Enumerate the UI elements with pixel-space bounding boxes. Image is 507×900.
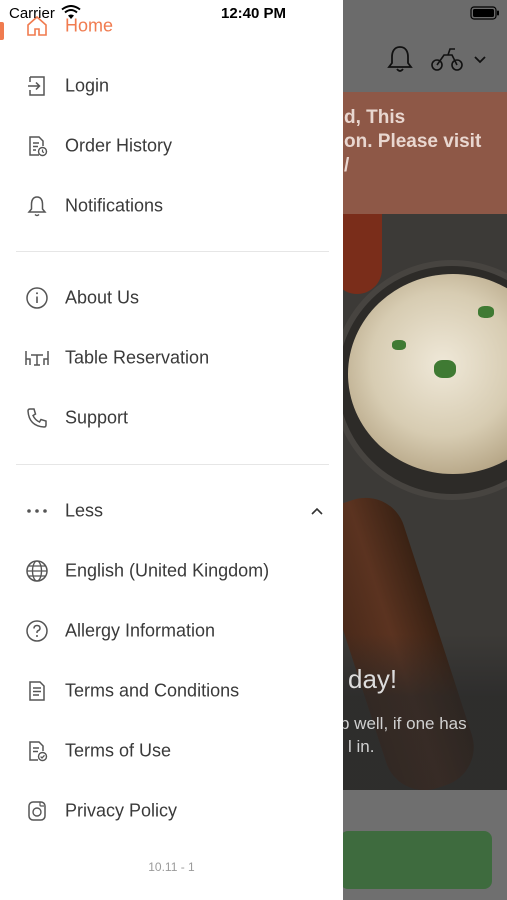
carrier-label: Carrier — [9, 5, 55, 22]
menu-item-label: About Us — [65, 287, 140, 308]
globe-icon — [24, 558, 50, 584]
status-time: 12:40 PM — [221, 5, 287, 22]
menu-item-label: Less — [65, 500, 104, 521]
document-icon — [24, 678, 50, 704]
bell-icon[interactable] — [386, 44, 414, 74]
chevron-up-icon[interactable] — [308, 502, 326, 520]
menu-item-label: Login — [65, 75, 110, 96]
promo-title: day! — [348, 664, 398, 694]
delivery-scooter-icon[interactable] — [430, 46, 464, 72]
primary-action-button[interactable] — [340, 831, 492, 889]
menu-item-order-history[interactable]: Order History — [0, 118, 343, 174]
menu-item-label: Notifications — [65, 195, 164, 216]
menu-item-notifications[interactable]: Notifications — [0, 178, 343, 234]
menu-item-language[interactable]: English (United Kingdom) — [0, 543, 343, 599]
menu-item-label: Terms and Conditions — [65, 680, 240, 701]
menu-item-allergy-information[interactable]: Allergy Information — [0, 603, 343, 659]
promo-text: p well, if one has l in. — [340, 712, 467, 758]
more-dots-icon — [24, 498, 50, 524]
menu-item-terms-and-conditions[interactable]: Terms and Conditions — [0, 663, 343, 719]
menu-item-label: Support — [65, 407, 129, 428]
question-icon — [24, 618, 50, 644]
document-check-icon — [24, 738, 50, 764]
menu-item-label: Order History — [65, 135, 173, 156]
herb — [434, 360, 456, 378]
menu-divider — [16, 464, 329, 465]
promo-text-line: l in. — [348, 737, 375, 756]
app-version: 10.11 - 1 — [148, 860, 195, 874]
chevron-down-icon[interactable] — [472, 52, 488, 66]
menu-item-login[interactable]: Login — [0, 58, 343, 114]
menu-item-support[interactable]: Support — [0, 390, 343, 446]
table-icon — [24, 345, 50, 371]
battery-icon — [470, 6, 499, 20]
herb — [392, 340, 406, 350]
wifi-icon — [61, 5, 81, 19]
info-icon — [24, 285, 50, 311]
menu-item-label: Terms of Use — [65, 740, 172, 761]
bell-icon — [24, 193, 50, 219]
menu-item-label: Privacy Policy — [65, 800, 178, 821]
menu-item-label: English (United Kingdom) — [65, 560, 270, 581]
status-bar: Carrier 12:40 PM — [0, 0, 507, 28]
menu-item-label: Table Reservation — [65, 347, 210, 368]
side-drawer: Home Login Order History Notifications A… — [0, 0, 343, 900]
menu-item-table-reservation[interactable]: Table Reservation — [0, 330, 343, 386]
herb — [478, 306, 494, 318]
menu-item-privacy-policy[interactable]: Privacy Policy — [0, 783, 343, 839]
menu-item-label: Allergy Information — [65, 620, 216, 641]
order-history-icon — [24, 133, 50, 159]
menu-item-about-us[interactable]: About Us — [0, 270, 343, 326]
login-icon — [24, 73, 50, 99]
menu-item-terms-of-use[interactable]: Terms of Use — [0, 723, 343, 779]
menu-item-less[interactable]: Less — [0, 483, 343, 539]
privacy-icon — [24, 798, 50, 824]
promo-text-line: p well, if one has — [340, 714, 467, 733]
menu-divider — [16, 251, 329, 252]
phone-icon — [24, 405, 50, 431]
